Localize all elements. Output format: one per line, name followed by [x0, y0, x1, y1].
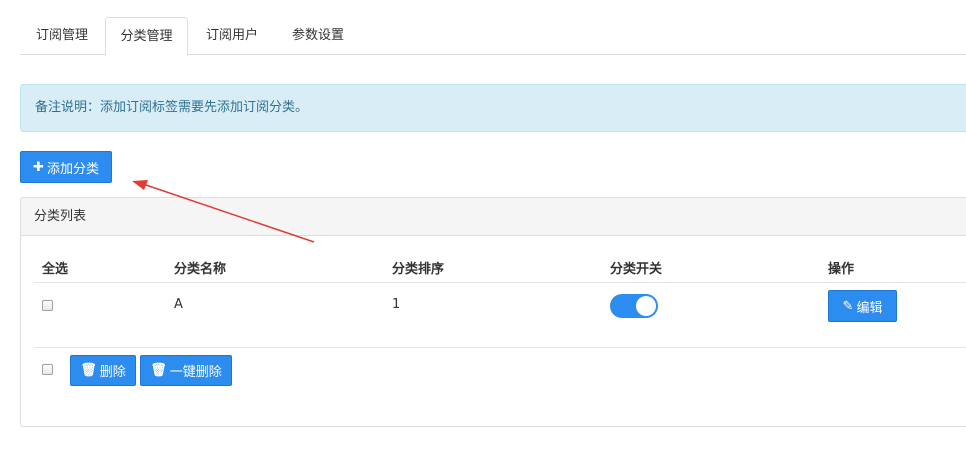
- edit-icon: ✎: [842, 298, 854, 314]
- toggle-knob: [636, 296, 656, 316]
- plus-icon: ✚: [33, 159, 44, 175]
- row-checkbox[interactable]: [42, 300, 53, 311]
- tab-parameter-settings[interactable]: 参数设置: [278, 17, 358, 55]
- trash-icon: 🗑: [80, 363, 97, 378]
- category-list-panel: 分类列表: [20, 197, 966, 427]
- row-divider: [34, 347, 966, 348]
- delete-all-label: 一键删除: [169, 365, 222, 380]
- delete-all-button[interactable]: 🗑 一键删除: [140, 355, 232, 386]
- header-category-order: 分类排序: [392, 262, 445, 277]
- add-category-button[interactable]: ✚ 添加分类: [20, 151, 112, 183]
- header-divider: [34, 282, 966, 283]
- delete-button[interactable]: 🗑 删除: [70, 355, 136, 386]
- annotation-arrow-head: [132, 180, 148, 190]
- tab-category-management[interactable]: 分类管理: [105, 17, 188, 56]
- header-select-all: 全选: [42, 262, 69, 277]
- tab-subscribed-users[interactable]: 订阅用户: [192, 17, 272, 55]
- tab-bar: 订阅管理 分类管理 订阅用户 参数设置: [20, 17, 966, 56]
- header-actions: 操作: [828, 262, 855, 277]
- category-toggle-switch[interactable]: [610, 294, 658, 318]
- panel-title: 分类列表: [21, 198, 966, 236]
- header-category-name: 分类名称: [174, 262, 227, 277]
- row-category-name: A: [174, 297, 183, 312]
- trash-icon: 🗑: [150, 363, 167, 378]
- row-category-order: 1: [392, 297, 401, 312]
- select-all-checkbox[interactable]: [42, 364, 53, 375]
- header-category-switch: 分类开关: [610, 262, 663, 277]
- delete-label: 删除: [99, 365, 126, 380]
- notice-alert: 备注说明：添加订阅标签需要先添加订阅分类。: [20, 84, 966, 132]
- edit-button[interactable]: ✎ 编辑: [828, 290, 897, 322]
- edit-label: 编辑: [856, 300, 883, 316]
- tab-subscription-management[interactable]: 订阅管理: [20, 17, 104, 55]
- add-category-label: 添加分类: [46, 161, 99, 177]
